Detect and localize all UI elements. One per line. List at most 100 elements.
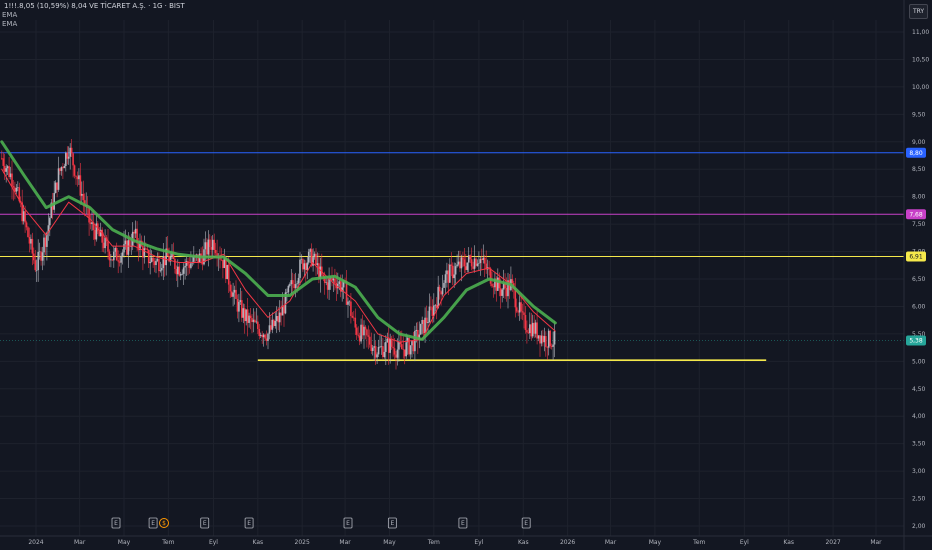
- candle-body: [57, 168, 60, 190]
- candle-body: [456, 264, 458, 267]
- candle-body: [133, 231, 135, 234]
- candle-body: [549, 330, 551, 346]
- current-price-label: 5,38: [909, 338, 923, 345]
- candle-body: [275, 315, 278, 321]
- candle-body: [41, 252, 44, 261]
- candle-body: [277, 315, 279, 323]
- candle-body: [30, 238, 32, 244]
- candle-body: [315, 253, 317, 265]
- candle-body: [441, 287, 444, 295]
- x-tick-label: 2026: [560, 539, 575, 546]
- price-badge-label: 6,91: [909, 254, 923, 261]
- candle-body: [124, 240, 127, 245]
- y-tick-label: 4,50: [912, 386, 926, 393]
- candle-body: [120, 255, 122, 263]
- candle-body: [9, 173, 12, 178]
- candle-body: [459, 261, 461, 269]
- candle-body: [143, 248, 146, 258]
- x-tick-label: 2027: [825, 539, 840, 546]
- price-badge-label: 8,80: [909, 150, 923, 157]
- candle-body: [405, 342, 407, 357]
- candle-body: [305, 263, 307, 271]
- x-tick-label: May: [649, 539, 662, 546]
- candle-body: [360, 324, 362, 342]
- candle-body: [533, 322, 535, 334]
- candle-body: [489, 268, 492, 284]
- candle-body: [447, 270, 450, 283]
- candle-body: [367, 335, 370, 337]
- currency-badge[interactable]: TRY: [909, 4, 928, 19]
- candle-body: [78, 175, 80, 180]
- candle-body: [149, 261, 151, 264]
- candle-body: [454, 266, 457, 275]
- candle-body: [271, 319, 274, 330]
- candle-body: [411, 341, 413, 346]
- candle-body: [377, 347, 380, 355]
- event-label: E: [203, 520, 207, 527]
- candle-body: [235, 289, 237, 299]
- candle-body: [408, 337, 410, 355]
- candle-body: [351, 315, 354, 318]
- y-tick-label: 8,50: [912, 166, 926, 173]
- candle-body: [214, 249, 217, 254]
- event-label: E: [114, 520, 118, 527]
- candle-body: [355, 327, 358, 335]
- candle-body: [261, 334, 263, 338]
- candle-body: [280, 312, 282, 316]
- candle-body: [11, 173, 13, 187]
- candle-body: [289, 284, 291, 286]
- candle-body: [306, 262, 309, 271]
- candle-body: [467, 255, 470, 263]
- candle-body: [364, 326, 367, 330]
- candle-body: [297, 277, 300, 284]
- candle-body: [113, 251, 115, 261]
- candle-body: [207, 239, 210, 255]
- candle-body: [182, 267, 185, 274]
- candle-body: [472, 266, 474, 269]
- candle-body: [476, 263, 479, 266]
- candle-body: [59, 168, 61, 171]
- candle-body: [142, 245, 144, 258]
- candle-body: [104, 237, 106, 249]
- y-tick-label: 4,00: [912, 413, 926, 420]
- indicator-ema-fast[interactable]: EMA: [2, 11, 187, 20]
- candle-body: [552, 344, 554, 347]
- candle-body: [108, 251, 111, 261]
- candle-body: [491, 283, 493, 287]
- candle-body: [434, 305, 437, 306]
- symbol-line[interactable]: 1!!!.8,05 (10,59%) 8,04 VE TİCARET A.Ş. …: [2, 2, 187, 11]
- candle-body: [126, 240, 128, 255]
- candle-body: [239, 300, 242, 302]
- candle-body: [403, 349, 406, 357]
- candle-body: [457, 261, 460, 265]
- candle-body: [309, 249, 311, 252]
- candle-body: [162, 256, 165, 269]
- candle-body: [129, 240, 131, 247]
- candle-body: [463, 259, 466, 267]
- indicator-ema-slow[interactable]: EMA: [2, 20, 187, 29]
- candle-body: [383, 351, 386, 358]
- y-tick-label: 6,00: [912, 303, 926, 310]
- candle-body: [350, 301, 352, 316]
- candle-body: [33, 253, 35, 261]
- event-label: $: [162, 520, 166, 527]
- candle-body: [536, 322, 538, 339]
- candle-body: [274, 320, 277, 326]
- candle-body: [431, 307, 434, 316]
- candle-body: [146, 248, 149, 250]
- candle-body: [6, 166, 9, 169]
- price-chart[interactable]: 11,0010,5010,009,509,008,508,007,507,006…: [0, 0, 932, 550]
- y-tick-label: 11,00: [912, 29, 929, 36]
- candle-body: [501, 289, 503, 296]
- candle-body: [462, 257, 464, 260]
- candle-body: [115, 247, 118, 261]
- candle-body: [163, 256, 166, 266]
- candle-body: [518, 302, 521, 313]
- candle-body: [89, 222, 92, 225]
- candle-body: [363, 326, 365, 336]
- candle-body: [296, 283, 298, 285]
- candle-body: [114, 247, 117, 252]
- candle-body: [511, 279, 514, 284]
- candle-body: [521, 311, 524, 313]
- candle-body: [470, 259, 473, 267]
